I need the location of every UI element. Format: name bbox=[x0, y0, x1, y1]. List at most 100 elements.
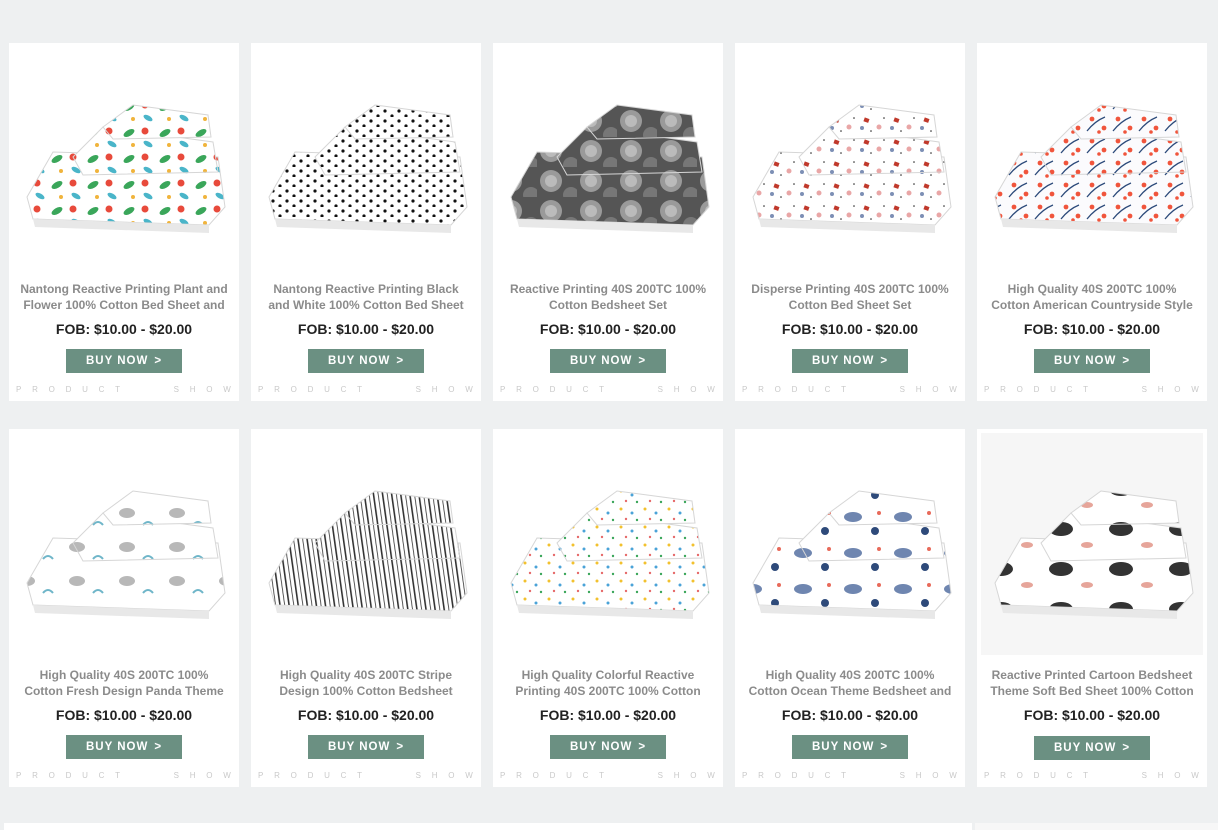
buy-now-button[interactable]: BUY NOW > bbox=[792, 349, 908, 373]
watermark-letter: R bbox=[274, 771, 280, 780]
watermark-letter: R bbox=[758, 385, 764, 394]
product-image[interactable] bbox=[981, 47, 1203, 269]
product-card[interactable]: High Quality 40S 200TC 100% Cotton Fresh… bbox=[9, 429, 239, 787]
buy-now-button[interactable]: BUY NOW > bbox=[550, 349, 666, 373]
product-price: FOB: $10.00 - $20.00 bbox=[781, 707, 919, 723]
product-image[interactable] bbox=[981, 433, 1203, 655]
buy-now-label: BUY NOW bbox=[327, 741, 391, 753]
product-title[interactable]: Nantong Reactive Printing Black and Whit… bbox=[261, 281, 471, 313]
watermark-letter: R bbox=[1000, 771, 1006, 780]
product-show-watermark: P R O D U C T SH O W bbox=[258, 385, 473, 394]
watermark-letter: W bbox=[949, 771, 957, 780]
watermark-letter: W bbox=[223, 385, 231, 394]
chevron-right-icon: > bbox=[638, 741, 647, 753]
chevron-right-icon: > bbox=[880, 355, 889, 367]
product-card[interactable]: Reactive Printing 40S 200TC 100% Cotton … bbox=[493, 43, 723, 401]
watermark-letter: T bbox=[115, 771, 120, 780]
product-title[interactable]: High Quality Colorful Reactive Printing … bbox=[503, 667, 713, 699]
watermark-letter: D bbox=[549, 385, 556, 394]
buy-now-button[interactable]: BUY NOW > bbox=[308, 735, 424, 759]
product-image[interactable] bbox=[255, 433, 477, 655]
watermark-letter: C bbox=[582, 385, 589, 394]
product-title[interactable]: Disperse Printing 40S 200TC 100% Cotton … bbox=[745, 281, 955, 313]
watermark-letter: U bbox=[324, 385, 330, 394]
product-price: FOB: $10.00 - $20.00 bbox=[297, 707, 435, 723]
product-card[interactable]: Reactive Printed Cartoon Bedsheet Theme … bbox=[977, 429, 1207, 787]
watermark-letter: R bbox=[274, 385, 280, 394]
chevron-right-icon: > bbox=[154, 741, 163, 753]
product-title[interactable]: High Quality 40S 200TC Stripe Design 100… bbox=[261, 667, 471, 699]
product-price: FOB: $10.00 - $20.00 bbox=[781, 321, 919, 337]
buy-now-label: BUY NOW bbox=[811, 355, 875, 367]
product-card[interactable]: High Quality Colorful Reactive Printing … bbox=[493, 429, 723, 787]
product-show-watermark: P R O D U C T SH O W bbox=[742, 771, 957, 780]
watermark-letter: W bbox=[223, 771, 231, 780]
watermark-letter: P bbox=[16, 771, 22, 780]
product-card[interactable]: Disperse Printing 40S 200TC 100% Cotton … bbox=[735, 43, 965, 401]
watermark-letter: D bbox=[1033, 771, 1040, 780]
watermark-letter: T bbox=[841, 385, 846, 394]
chevron-right-icon: > bbox=[638, 355, 647, 367]
product-title[interactable]: High Quality 40S 200TC 100% Cotton Ocean… bbox=[745, 667, 955, 699]
buy-now-button[interactable]: BUY NOW > bbox=[1034, 349, 1150, 373]
watermark-letter: S bbox=[415, 385, 422, 394]
product-card[interactable]: Nantong Reactive Printing Plant and Flow… bbox=[9, 43, 239, 401]
product-title[interactable]: Reactive Printing 40S 200TC 100% Cotton … bbox=[503, 281, 713, 313]
product-card[interactable]: High Quality 40S 200TC Stripe Design 100… bbox=[251, 429, 481, 787]
watermark-letter: W bbox=[707, 385, 715, 394]
watermark-letter: C bbox=[824, 385, 831, 394]
watermark-letter: O bbox=[932, 771, 939, 780]
watermark-letter: T bbox=[1083, 771, 1088, 780]
product-title[interactable]: Reactive Printed Cartoon Bedsheet Theme … bbox=[987, 667, 1197, 699]
watermark-letter: R bbox=[1000, 385, 1006, 394]
watermark-letter: W bbox=[1191, 771, 1199, 780]
next-section-bar-right bbox=[975, 823, 1218, 830]
watermark-letter: D bbox=[65, 385, 72, 394]
buy-now-label: BUY NOW bbox=[811, 741, 875, 753]
product-card[interactable]: High Quality 40S 200TC 100% Cotton Ocean… bbox=[735, 429, 965, 787]
chevron-right-icon: > bbox=[396, 741, 405, 753]
buy-now-button[interactable]: BUY NOW > bbox=[550, 735, 666, 759]
product-price: FOB: $10.00 - $20.00 bbox=[539, 321, 677, 337]
watermark-letter: P bbox=[500, 385, 506, 394]
product-price: FOB: $10.00 - $20.00 bbox=[55, 707, 193, 723]
watermark-letter: O bbox=[774, 385, 781, 394]
watermark-letter: C bbox=[1066, 385, 1073, 394]
product-card[interactable]: Nantong Reactive Printing Black and Whit… bbox=[251, 43, 481, 401]
product-image[interactable] bbox=[497, 433, 719, 655]
watermark-letter: D bbox=[791, 771, 798, 780]
product-image[interactable] bbox=[13, 433, 235, 655]
watermark-letter: T bbox=[115, 385, 120, 394]
product-image[interactable] bbox=[739, 47, 961, 269]
watermark-letter: O bbox=[1016, 385, 1023, 394]
product-title[interactable]: High Quality 40S 200TC 100% Cotton Fresh… bbox=[19, 667, 229, 699]
watermark-letter: W bbox=[465, 771, 473, 780]
product-image[interactable] bbox=[739, 433, 961, 655]
buy-now-button[interactable]: BUY NOW > bbox=[66, 349, 182, 373]
buy-now-button[interactable]: BUY NOW > bbox=[308, 349, 424, 373]
next-section-bar bbox=[4, 823, 972, 830]
chevron-right-icon: > bbox=[154, 355, 163, 367]
product-image[interactable] bbox=[255, 47, 477, 269]
product-title[interactable]: Nantong Reactive Printing Plant and Flow… bbox=[19, 281, 229, 313]
product-show-watermark: P R O D U C T SH O W bbox=[984, 771, 1199, 780]
buy-now-button[interactable]: BUY NOW > bbox=[792, 735, 908, 759]
buy-now-label: BUY NOW bbox=[569, 355, 633, 367]
product-image[interactable] bbox=[497, 47, 719, 269]
product-show-watermark: P R O D U C T SH O W bbox=[742, 385, 957, 394]
watermark-letter: D bbox=[307, 385, 314, 394]
buy-now-label: BUY NOW bbox=[327, 355, 391, 367]
buy-now-button[interactable]: BUY NOW > bbox=[1034, 736, 1150, 760]
watermark-letter: O bbox=[690, 385, 697, 394]
watermark-letter: D bbox=[65, 771, 72, 780]
watermark-letter: S bbox=[173, 385, 180, 394]
watermark-letter: U bbox=[1050, 771, 1056, 780]
product-title[interactable]: High Quality 40S 200TC 100% Cotton Ameri… bbox=[987, 281, 1197, 313]
product-image[interactable] bbox=[13, 47, 235, 269]
watermark-letter: U bbox=[82, 385, 88, 394]
buy-now-button[interactable]: BUY NOW > bbox=[66, 735, 182, 759]
watermark-letter: P bbox=[500, 771, 506, 780]
watermark-letter: O bbox=[448, 771, 455, 780]
product-card[interactable]: High Quality 40S 200TC 100% Cotton Ameri… bbox=[977, 43, 1207, 401]
watermark-letter: C bbox=[340, 385, 347, 394]
